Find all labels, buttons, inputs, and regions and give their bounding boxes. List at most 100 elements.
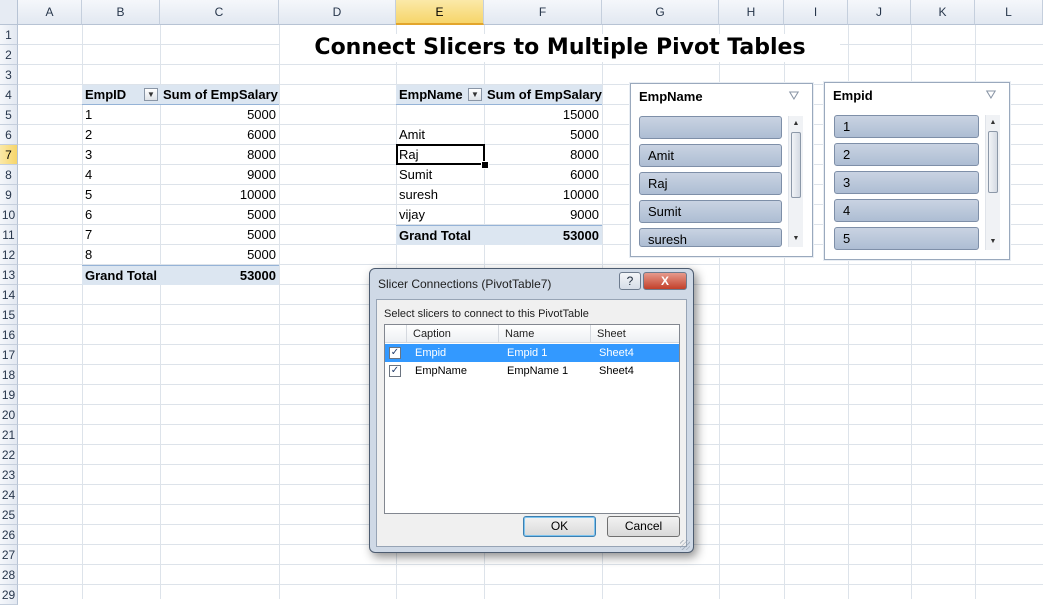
row-header-selected[interactable]: 7 xyxy=(0,145,18,165)
slicer-item-sumit[interactable]: Sumit xyxy=(639,200,782,223)
row-header[interactable]: 23 xyxy=(0,465,18,485)
fill-handle[interactable] xyxy=(481,161,489,169)
ok-button[interactable]: OK xyxy=(523,516,596,537)
pivot2-salary-cell[interactable]: 9000 xyxy=(484,205,602,225)
scroll-up-arrow-icon[interactable]: ▲ xyxy=(789,118,803,130)
pivot2-grand-total-label[interactable]: Grand Total xyxy=(396,225,484,245)
pivot2-empname-cell[interactable]: suresh xyxy=(396,185,484,205)
checkbox-empname[interactable]: ✓ xyxy=(389,365,401,377)
list-header-sheet[interactable]: Sheet xyxy=(591,325,679,343)
row-header[interactable]: 16 xyxy=(0,325,18,345)
row-header[interactable]: 17 xyxy=(0,345,18,365)
slicer-item-amit[interactable]: Amit xyxy=(639,144,782,167)
slicer-item-1[interactable]: 1 xyxy=(834,115,979,138)
row-header[interactable]: 22 xyxy=(0,445,18,465)
pivot1-empid-cell[interactable]: 5 xyxy=(82,185,160,205)
pivot2-empname-cell[interactable]: vijay xyxy=(396,205,484,225)
pivot1-filter-dropdown-icon[interactable]: ▼ xyxy=(144,88,158,101)
pivot1-salary-cell[interactable]: 10000 xyxy=(160,185,279,205)
row-header[interactable]: 21 xyxy=(0,425,18,445)
pivot1-salary-cell[interactable]: 9000 xyxy=(160,165,279,185)
row-header[interactable]: 26 xyxy=(0,525,18,545)
scroll-up-arrow-icon[interactable]: ▲ xyxy=(986,117,1000,129)
slicer-empname[interactable]: EmpName ⛛ Amit Raj Sumit suresh ▲ ▼ xyxy=(630,83,813,257)
slicer-item-raj[interactable]: Raj xyxy=(639,172,782,195)
column-header-a[interactable]: A xyxy=(18,0,82,25)
column-header-g[interactable]: G xyxy=(602,0,719,25)
pivot1-grand-total-label[interactable]: Grand Total xyxy=(82,265,160,285)
pivot1-empid-cell[interactable]: 4 xyxy=(82,165,160,185)
row-header[interactable]: 1 xyxy=(0,25,18,45)
column-header-j[interactable]: J xyxy=(848,0,911,25)
slicer-item-blank[interactable] xyxy=(639,116,782,139)
column-header-h[interactable]: H xyxy=(719,0,784,25)
slicer-empid[interactable]: Empid ⛛ 1 2 3 4 5 ▲ ▼ xyxy=(824,82,1010,260)
row-header[interactable]: 9 xyxy=(0,185,18,205)
row-header[interactable]: 28 xyxy=(0,565,18,585)
column-header-b[interactable]: B xyxy=(82,0,160,25)
slicer-item-5[interactable]: 5 xyxy=(834,227,979,250)
column-header-c[interactable]: C xyxy=(160,0,279,25)
scroll-thumb[interactable] xyxy=(791,132,801,198)
pivot1-salary-cell[interactable]: 6000 xyxy=(160,125,279,145)
select-all-corner[interactable] xyxy=(0,0,18,25)
row-header[interactable]: 3 xyxy=(0,65,18,85)
pivot2-filter-dropdown-icon[interactable]: ▼ xyxy=(468,88,482,101)
row-header[interactable]: 20 xyxy=(0,405,18,425)
slicer-item-4[interactable]: 4 xyxy=(834,199,979,222)
scroll-down-arrow-icon[interactable]: ▼ xyxy=(789,233,803,245)
column-header-i[interactable]: I xyxy=(784,0,848,25)
pivot1-salary-cell[interactable]: 8000 xyxy=(160,145,279,165)
column-header-l[interactable]: L xyxy=(975,0,1043,25)
row-header[interactable]: 2 xyxy=(0,45,18,65)
row-header[interactable]: 5 xyxy=(0,105,18,125)
column-header-f[interactable]: F xyxy=(484,0,602,25)
row-header[interactable]: 24 xyxy=(0,485,18,505)
pivot2-salary-cell[interactable]: 10000 xyxy=(484,185,602,205)
row-header[interactable]: 15 xyxy=(0,305,18,325)
pivot1-empid-cell[interactable]: 3 xyxy=(82,145,160,165)
column-header-e[interactable]: E xyxy=(396,0,484,25)
list-header-name[interactable]: Name xyxy=(499,325,591,343)
checkbox-empid[interactable]: ✓ xyxy=(389,347,401,359)
row-header[interactable]: 18 xyxy=(0,365,18,385)
row-header[interactable]: 6 xyxy=(0,125,18,145)
row-header[interactable]: 19 xyxy=(0,385,18,405)
pivot1-header-sum[interactable]: Sum of EmpSalary xyxy=(160,85,279,105)
list-row-empname[interactable]: ✓ EmpName EmpName 1 Sheet4 xyxy=(385,362,679,380)
pivot2-salary-cell[interactable]: 15000 xyxy=(484,105,602,125)
clear-filter-icon[interactable]: ⛛ xyxy=(983,87,999,103)
row-header[interactable]: 8 xyxy=(0,165,18,185)
row-header[interactable]: 10 xyxy=(0,205,18,225)
slicer-empid-scrollbar[interactable]: ▲ ▼ xyxy=(985,115,1000,250)
slicer-item-suresh[interactable]: suresh xyxy=(639,228,782,247)
row-header[interactable]: 14 xyxy=(0,285,18,305)
pivot1-salary-cell[interactable]: 5000 xyxy=(160,245,279,265)
cancel-button[interactable]: Cancel xyxy=(607,516,680,537)
pivot2-salary-cell[interactable]: 6000 xyxy=(484,165,602,185)
clear-filter-icon[interactable]: ⛛ xyxy=(786,88,802,104)
help-button[interactable]: ? xyxy=(619,272,641,290)
pivot1-empid-cell[interactable]: 7 xyxy=(82,225,160,245)
row-header[interactable]: 12 xyxy=(0,245,18,265)
pivot2-salary-cell[interactable]: 5000 xyxy=(484,125,602,145)
pivot1-empid-cell[interactable]: 6 xyxy=(82,205,160,225)
slicer-item-2[interactable]: 2 xyxy=(834,143,979,166)
pivot1-empid-cell[interactable]: 1 xyxy=(82,105,160,125)
list-row-empid[interactable]: ✓ Empid Empid 1 Sheet4 xyxy=(385,344,679,362)
pivot1-salary-cell[interactable]: 5000 xyxy=(160,205,279,225)
slicer-list[interactable]: Caption Name Sheet ✓ Empid Empid 1 Sheet… xyxy=(384,324,680,514)
pivot2-header-sum[interactable]: Sum of EmpSalary xyxy=(484,85,602,105)
column-header-k[interactable]: K xyxy=(911,0,975,25)
pivot1-empid-cell[interactable]: 2 xyxy=(82,125,160,145)
pivot2-grand-total-value[interactable]: 53000 xyxy=(484,225,602,245)
list-header-caption[interactable]: Caption xyxy=(407,325,499,343)
pivot2-salary-cell[interactable]: 8000 xyxy=(484,145,602,165)
scroll-thumb[interactable] xyxy=(988,131,998,193)
slicer-empname-scrollbar[interactable]: ▲ ▼ xyxy=(788,116,803,247)
row-header[interactable]: 27 xyxy=(0,545,18,565)
pivot1-salary-cell[interactable]: 5000 xyxy=(160,225,279,245)
row-header[interactable]: 13 xyxy=(0,265,18,285)
row-header[interactable]: 25 xyxy=(0,505,18,525)
pivot1-grand-total-value[interactable]: 53000 xyxy=(160,265,279,285)
